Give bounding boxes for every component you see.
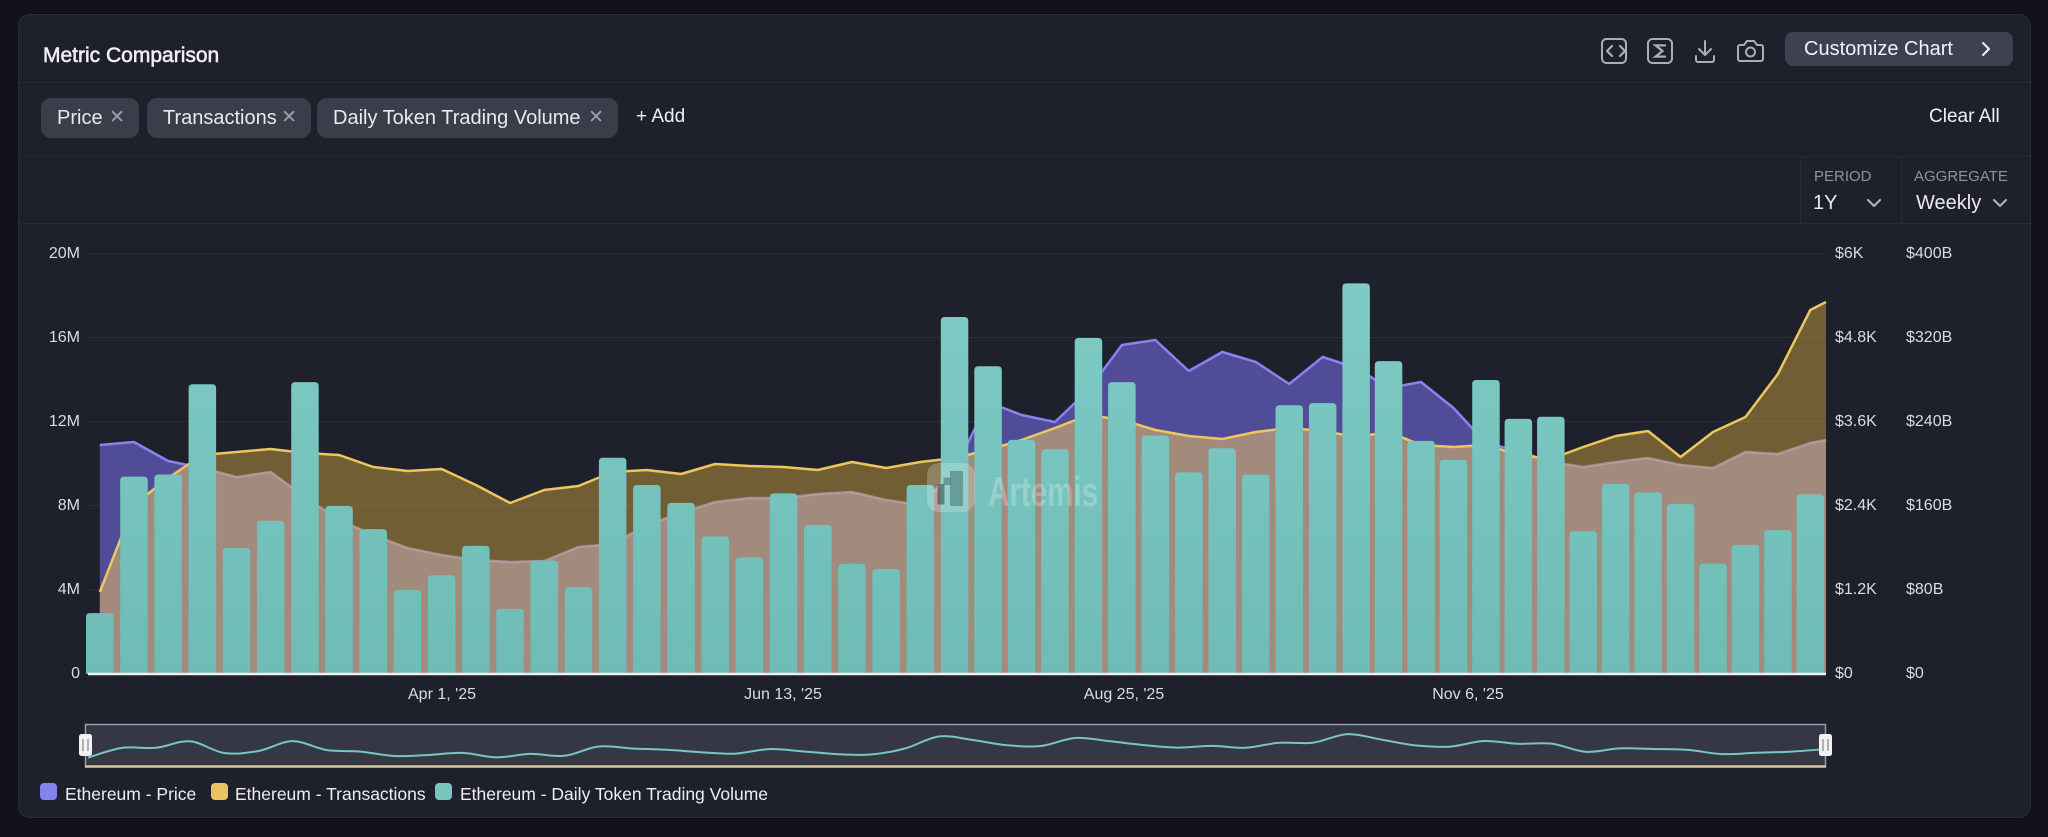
svg-text:Artemis: Artemis (988, 468, 1098, 515)
